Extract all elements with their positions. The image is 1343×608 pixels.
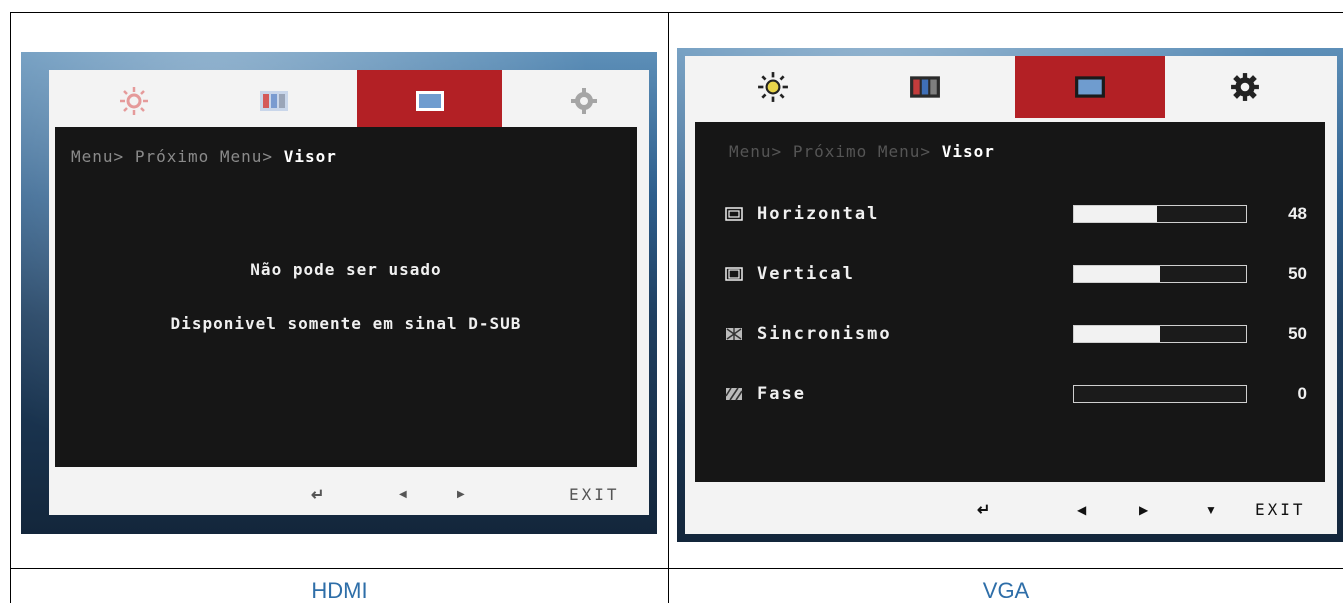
vga-osd-window: Menu> Próximo Menu> Visor Horizontal 48	[685, 56, 1337, 534]
setting-value: 50	[1288, 264, 1307, 283]
setting-label: Fase	[757, 384, 806, 404]
setting-value: 50	[1288, 324, 1307, 343]
hdmi-osd-tabs	[49, 70, 649, 132]
return-button[interactable]: ↵	[977, 500, 990, 520]
setting-row-sincronismo[interactable]: Sincronismo 50	[725, 322, 1307, 346]
horizontal-slider[interactable]	[1073, 205, 1247, 223]
phase-icon	[725, 387, 743, 401]
breadcrumb-current: Visor	[283, 147, 337, 166]
picture-icon	[260, 91, 288, 111]
breadcrumb-root: Menu>	[729, 142, 783, 161]
brightness-icon	[758, 72, 788, 102]
settings-gear-icon	[1231, 73, 1259, 101]
table-border-caption-row	[10, 568, 1343, 569]
clock-sync-icon	[726, 328, 742, 340]
slider-fill	[1074, 266, 1160, 282]
setting-row-horizontal[interactable]: Horizontal 48	[725, 202, 1307, 226]
tab-picture[interactable]	[865, 56, 985, 118]
vga-screenshot-cell: Menu> Próximo Menu> Visor Horizontal 48	[669, 12, 1343, 568]
display-icon	[415, 91, 444, 111]
settings-gear-icon	[571, 88, 597, 114]
setting-value: 48	[1288, 204, 1307, 223]
setting-row-vertical[interactable]: Vertical 50	[725, 262, 1307, 286]
breadcrumb-root: Menu>	[71, 147, 125, 166]
sincronismo-slider[interactable]	[1073, 325, 1247, 343]
horizontal-position-icon	[725, 207, 743, 221]
setting-value: 0	[1297, 384, 1307, 403]
left-arrow-button[interactable]: ◀	[399, 489, 407, 500]
vga-osd-tabs	[685, 56, 1337, 118]
hdmi-osd-footer: ↵ ◀ ▶ EXIT	[49, 475, 649, 515]
vertical-slider[interactable]	[1073, 265, 1247, 283]
hdmi-caption: HDMI	[311, 578, 368, 603]
availability-note: Disponivel somente em sinal D-SUB	[170, 314, 522, 333]
tab-display[interactable]	[1015, 56, 1165, 118]
display-icon	[1075, 76, 1105, 98]
hdmi-osd-window: Menu> Próximo Menu> Visor Não pode ser u…	[49, 70, 649, 515]
tab-settings[interactable]	[1185, 56, 1305, 118]
breadcrumb: Menu> Próximo Menu> Visor	[729, 142, 995, 161]
tab-brightness[interactable]	[713, 56, 833, 118]
setting-label: Sincronismo	[757, 324, 892, 344]
right-arrow-button[interactable]: ▶	[1139, 503, 1148, 517]
unavailable-message: Não pode ser usado	[250, 260, 442, 279]
slider-fill	[1074, 326, 1160, 342]
breadcrumb-current: Visor	[941, 142, 995, 161]
exit-button[interactable]: EXIT	[1255, 500, 1306, 519]
vga-osd-footer: ↵ ◀ ▶ ▼ EXIT	[685, 490, 1337, 530]
breadcrumb: Menu> Próximo Menu> Visor	[71, 147, 337, 166]
vga-content-panel: Menu> Próximo Menu> Visor Horizontal 48	[695, 122, 1325, 482]
vga-photo: Menu> Próximo Menu> Visor Horizontal 48	[677, 48, 1343, 542]
return-button[interactable]: ↵	[311, 485, 324, 505]
exit-button[interactable]: EXIT	[569, 485, 620, 504]
setting-row-fase[interactable]: Fase 0	[725, 382, 1307, 406]
breadcrumb-next: Próximo Menu>	[134, 147, 274, 166]
hdmi-content-panel: Menu> Próximo Menu> Visor Não pode ser u…	[55, 127, 637, 467]
setting-label: Vertical	[757, 264, 855, 284]
tab-picture[interactable]	[219, 70, 329, 132]
right-arrow-button[interactable]: ▶	[457, 489, 465, 500]
vertical-position-icon	[725, 267, 743, 281]
tab-display[interactable]	[357, 70, 502, 132]
left-arrow-button[interactable]: ◀	[1077, 503, 1086, 517]
picture-icon	[910, 76, 940, 98]
hdmi-screenshot-cell: Menu> Próximo Menu> Visor Não pode ser u…	[11, 12, 668, 568]
setting-label: Horizontal	[757, 204, 880, 224]
tab-brightness[interactable]	[79, 70, 189, 132]
slider-fill	[1074, 206, 1157, 222]
vga-caption: VGA	[982, 578, 1030, 603]
down-arrow-button[interactable]: ▼	[1205, 503, 1217, 517]
brightness-icon	[120, 87, 148, 115]
fase-slider[interactable]	[1073, 385, 1247, 403]
breadcrumb-next: Próximo Menu>	[792, 142, 932, 161]
tab-settings[interactable]	[529, 70, 639, 132]
hdmi-photo: Menu> Próximo Menu> Visor Não pode ser u…	[21, 52, 657, 534]
